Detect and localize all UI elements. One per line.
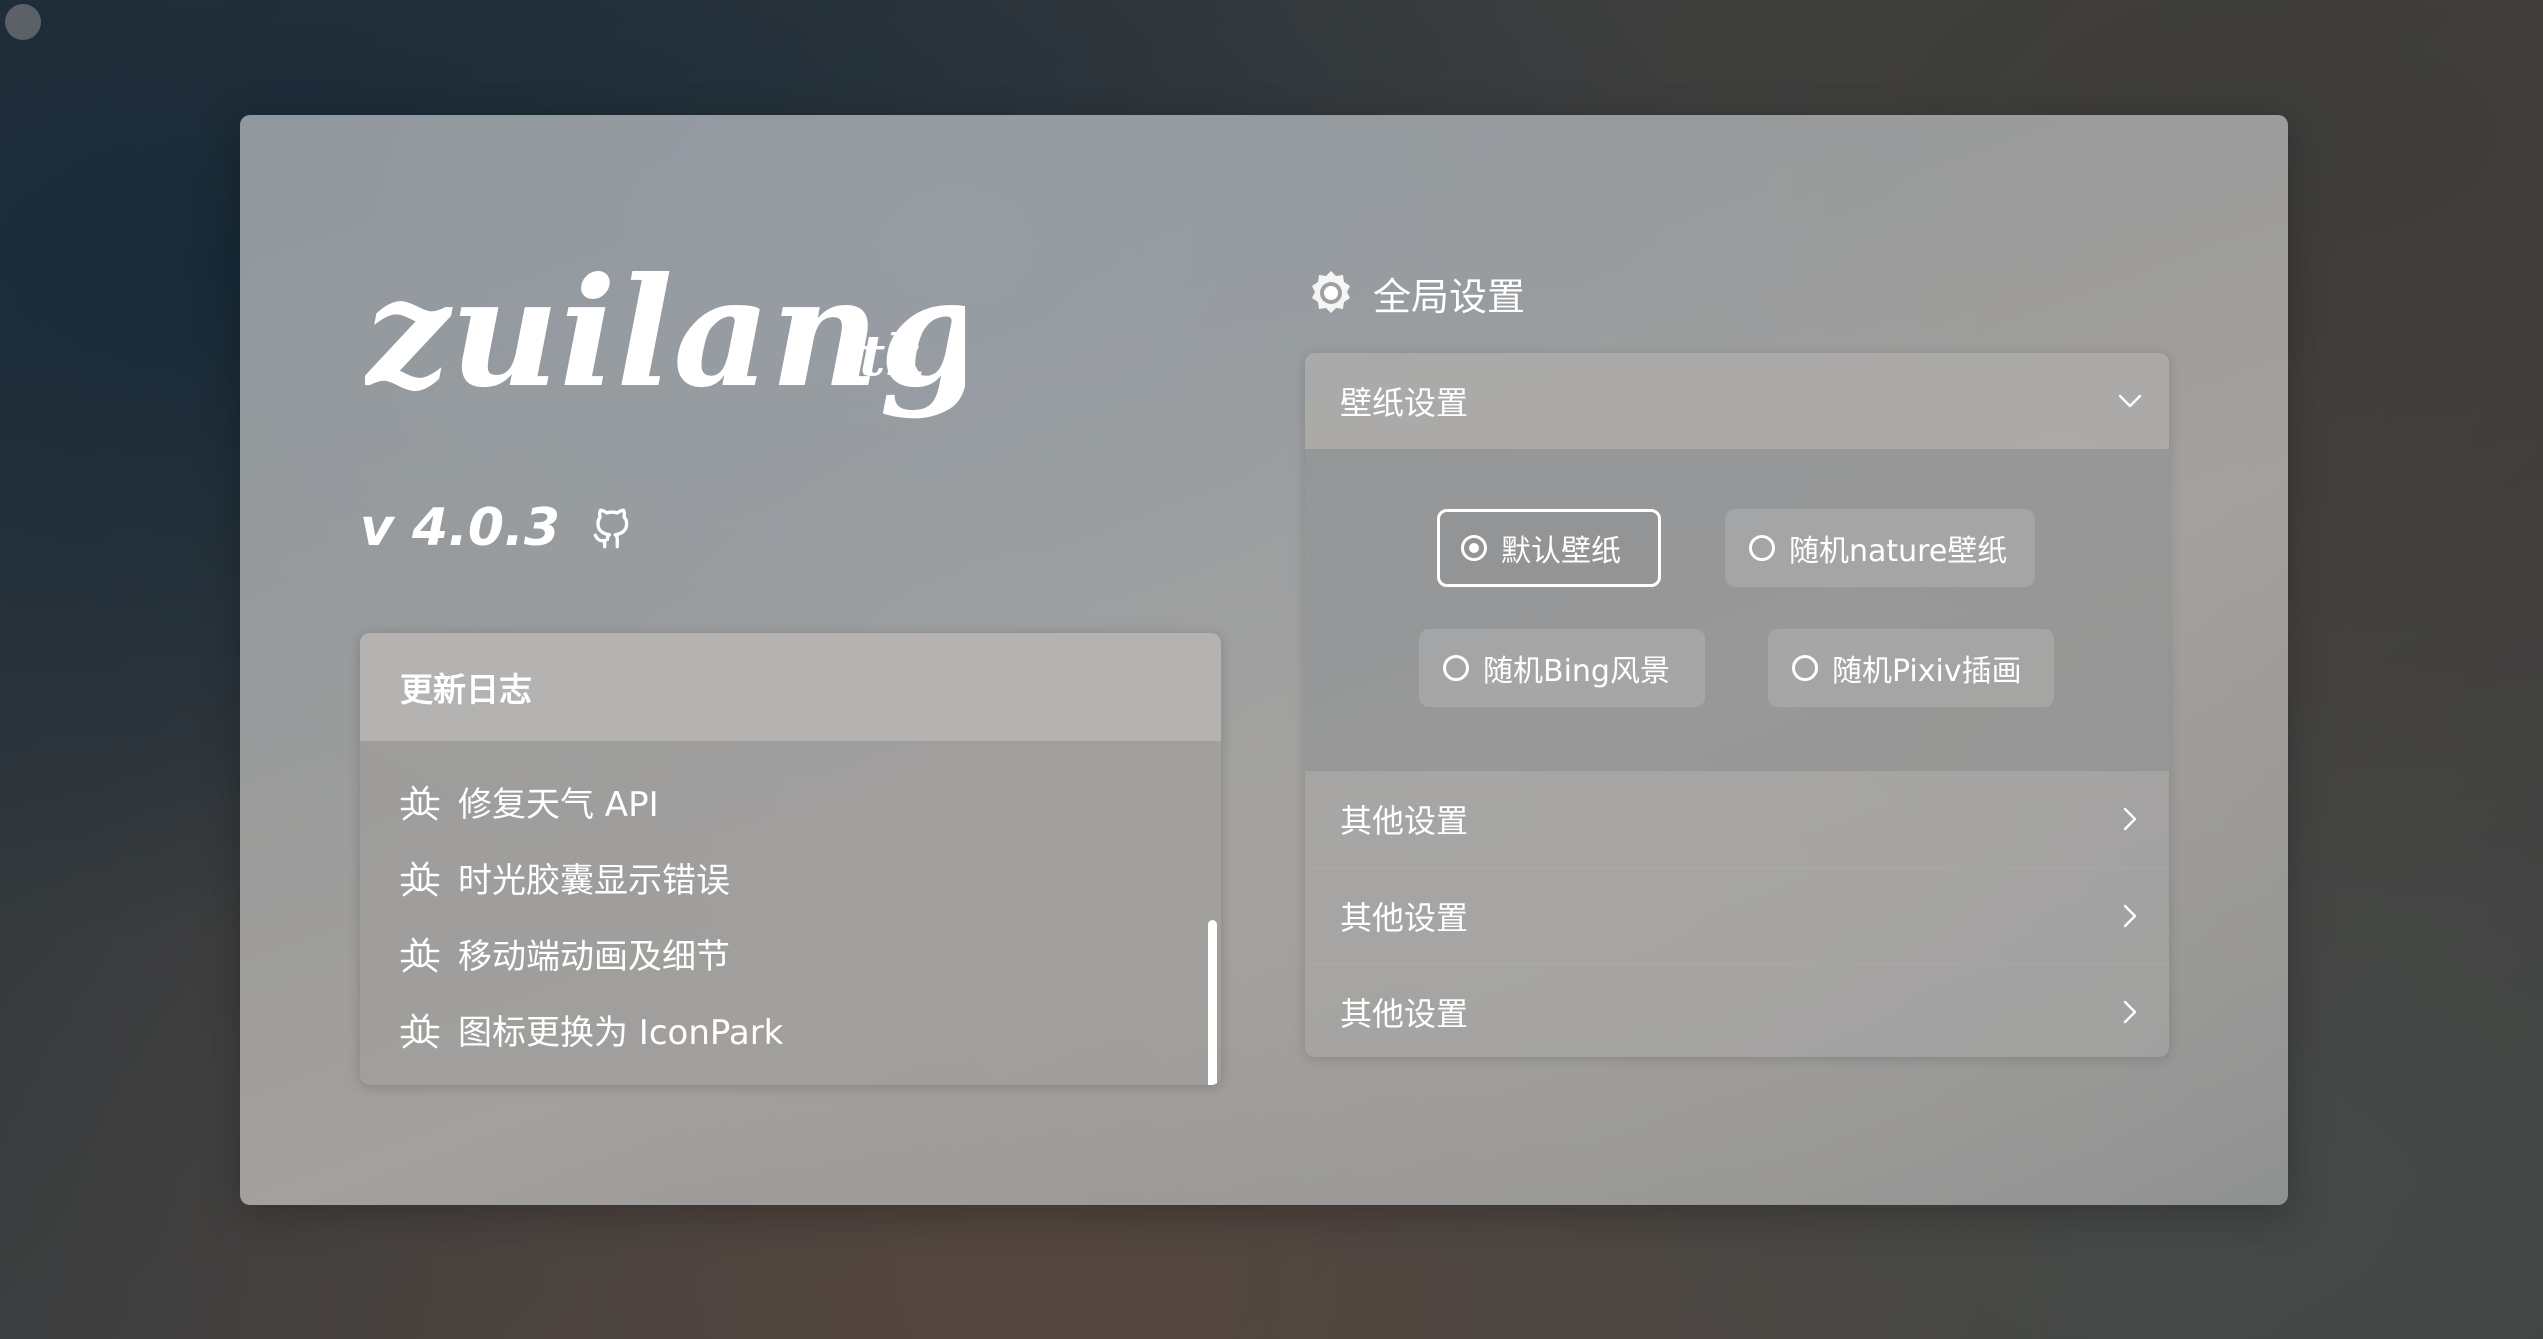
logo-suffix: .tk: [840, 323, 924, 389]
list-item: 图标更换为 IconPark: [360, 991, 1221, 1067]
other-settings-label: 其他设置: [1340, 898, 1469, 937]
window-indicator-dot: [5, 4, 41, 40]
other-settings-header[interactable]: 其他设置: [1305, 963, 2169, 1057]
changelog-item-text: 修复天气 API: [458, 784, 659, 825]
version-label: v 4.0.3: [360, 498, 561, 558]
wallpaper-options: 默认壁纸 随机nature壁纸 随机Bing风景 随机Pixiv插画: [1305, 449, 2169, 771]
changelog-scrollbar[interactable]: [1208, 920, 1217, 1085]
radio-unchecked-icon: [1792, 655, 1818, 681]
other-settings-label: 其他设置: [1340, 994, 1469, 1033]
radio-unchecked-icon: [1443, 655, 1469, 681]
wallpaper-option-label: 随机nature壁纸: [1789, 534, 2008, 569]
changelog-list: 修复天气 API 时光胶囊显示错误 移动端动画及细节 图标更换为 IconPar…: [360, 741, 1221, 1067]
bug-icon: [400, 861, 440, 897]
wallpaper-settings-label: 壁纸设置: [1340, 384, 1469, 422]
wallpaper-option-label: 随机Bing风景: [1483, 654, 1670, 689]
chevron-down-icon: [2118, 394, 2142, 408]
other-settings-header[interactable]: 其他设置: [1305, 867, 2169, 963]
bug-icon: [400, 937, 440, 973]
wallpaper-option-label: 默认壁纸: [1501, 534, 1621, 569]
chevron-right-icon: [2123, 807, 2137, 831]
chevron-right-icon: [2123, 1000, 2137, 1023]
wallpaper-settings-header[interactable]: 壁纸设置: [1305, 353, 2169, 449]
main-panel: zuilang .tk v 4.0.3 更新日志 修复天气 API 时光胶囊显示…: [240, 115, 2288, 1205]
changelog-item-text: 时光胶囊显示错误: [458, 860, 730, 901]
wallpaper-option-pixiv[interactable]: 随机Pixiv插画: [1768, 629, 2054, 707]
other-settings-header[interactable]: 其他设置: [1305, 771, 2169, 867]
github-icon[interactable]: [586, 503, 636, 553]
changelog-item-text: 图标更换为 IconPark: [458, 1012, 784, 1053]
gear-icon: [1312, 271, 1350, 313]
changelog-title: 更新日志: [400, 670, 532, 709]
settings-accordion: 壁纸设置 默认壁纸 随机nature壁纸 随机Bing风景 随机Pixiv插画: [1305, 353, 2169, 1057]
list-item: 移动端动画及细节: [360, 915, 1221, 991]
wallpaper-option-label: 随机Pixiv插画: [1832, 654, 2022, 689]
settings-title: 全局设置: [1373, 274, 1526, 319]
changelog-card: 更新日志 修复天气 API 时光胶囊显示错误 移动端动画及细节 图标更换为 Ic…: [360, 633, 1221, 1085]
wallpaper-option-bing[interactable]: 随机Bing风景: [1419, 629, 1705, 707]
bug-icon: [400, 785, 440, 821]
changelog-item-text: 移动端动画及细节: [458, 936, 730, 977]
chevron-right-icon: [2123, 904, 2137, 927]
list-item: 时光胶囊显示错误: [360, 839, 1221, 915]
list-item: 修复天气 API: [360, 763, 1221, 839]
radio-unchecked-icon: [1749, 535, 1775, 561]
wallpaper-option-default[interactable]: 默认壁纸: [1437, 509, 1661, 587]
version-row: v 4.0.3: [360, 493, 636, 563]
changelog-header: 更新日志: [360, 633, 1221, 741]
bug-icon: [400, 1013, 440, 1049]
site-logo: zuilang .tk: [365, 245, 965, 421]
wallpaper-option-nature[interactable]: 随机nature壁纸: [1725, 509, 2035, 587]
settings-header: 全局设置: [1305, 263, 1525, 323]
other-settings-label: 其他设置: [1340, 802, 1469, 840]
radio-checked-icon: [1461, 535, 1487, 561]
